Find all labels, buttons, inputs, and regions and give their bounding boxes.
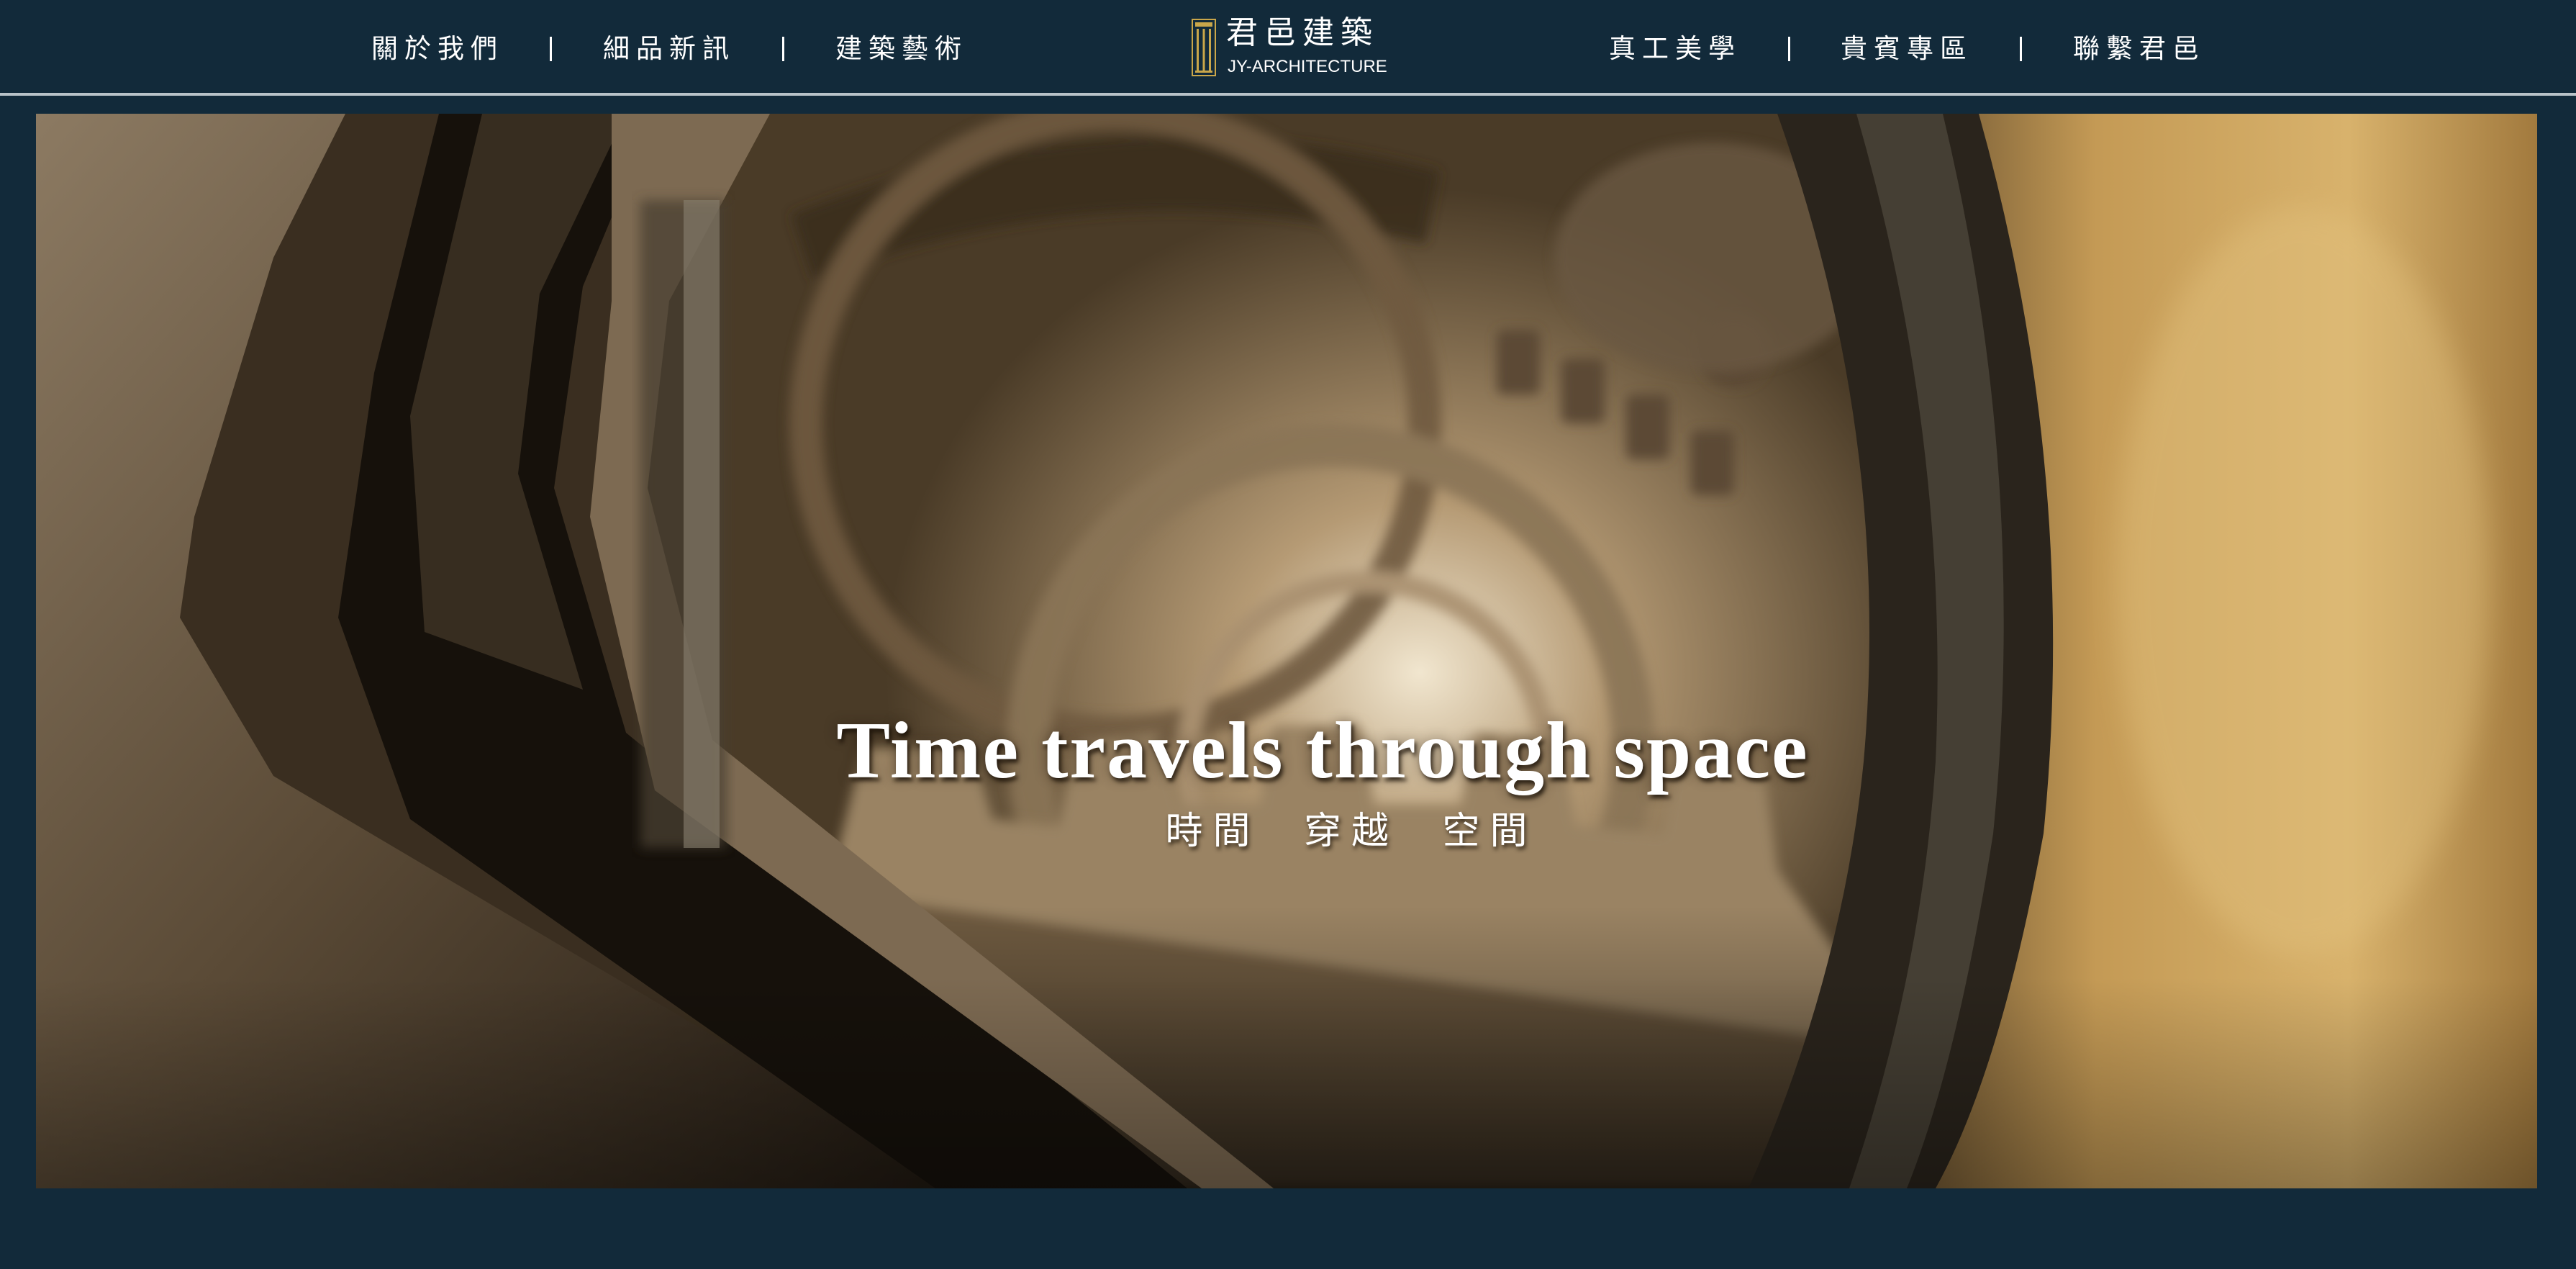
hero-banner: Time travels through space 時間 穿越 空間 (36, 114, 2537, 1188)
nav-vip-area[interactable]: 貴賓專區 (1841, 32, 1973, 66)
header-divider-line (0, 93, 2576, 96)
site-header: 關於我們 細品新訊 建築藝術 君邑建築 JY-ARCHITECTURE 真工美學… (0, 0, 2576, 94)
nav-news[interactable]: 細品新訊 (603, 32, 735, 66)
nav-architecture-art[interactable]: 建築藝術 (835, 32, 968, 66)
nav-about-us[interactable]: 關於我們 (371, 32, 504, 66)
nav-divider (782, 37, 784, 61)
brand-name-english: JY-ARCHITECTURE (1228, 57, 1387, 76)
brand-logo[interactable]: 君邑建築 JY-ARCHITECTURE (1186, 14, 1387, 81)
clockwork-gears-icon (36, 114, 2537, 1188)
hero-subtitle: 時間 穿越 空間 (1165, 810, 1538, 853)
nav-divider (550, 37, 552, 61)
nav-divider (2020, 37, 2022, 61)
nav-contact[interactable]: 聯繫君邑 (2073, 32, 2205, 66)
nav-divider (1788, 37, 1790, 61)
nav-craftsmanship[interactable]: 真工美學 (1609, 32, 1741, 66)
hero-title: Time travels through space (836, 706, 1809, 795)
building-column-icon (1192, 19, 1216, 76)
brand-name-chinese: 君邑建築 (1226, 14, 1379, 51)
